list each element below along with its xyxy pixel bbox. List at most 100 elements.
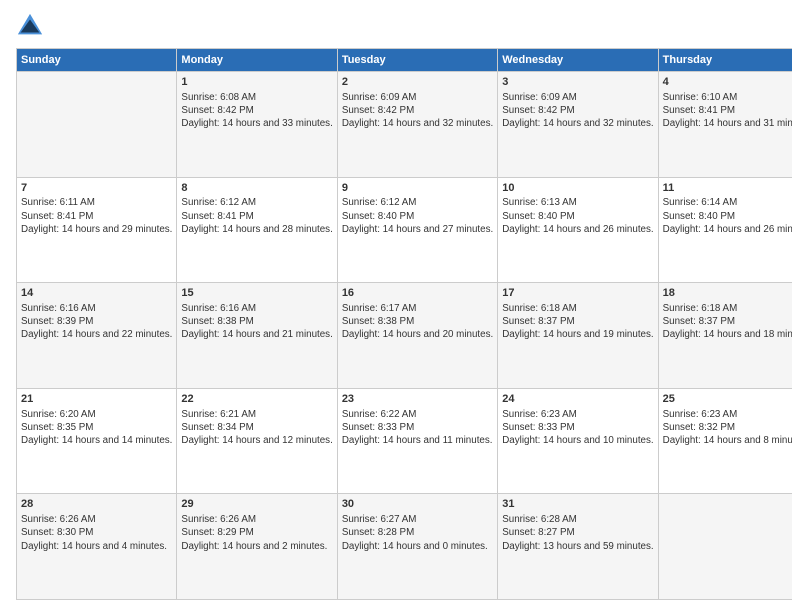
sunrise: Sunrise: 6:14 AM [663, 197, 738, 208]
week-row-3: 14 Sunrise: 6:16 AM Sunset: 8:39 PM Dayligh… [17, 283, 792, 389]
daylight: Daylight: 14 hours and 31 minutes. [663, 118, 792, 129]
daylight: Daylight: 14 hours and 27 minutes. [342, 224, 493, 235]
sunrise: Sunrise: 6:23 AM [663, 409, 738, 420]
cell-w2-d0: 14 Sunrise: 6:16 AM Sunset: 8:39 PM Dayligh… [17, 283, 177, 389]
cell-w1-d4: 11Sunrise: 6:14 AM Sunset: 8:40 PM Dayligh… [658, 177, 792, 283]
day-number: 15 [181, 286, 332, 301]
sunset: Sunset: 8:37 PM [502, 316, 574, 327]
daylight: Daylight: 14 hours and 32 minutes. [502, 118, 653, 129]
sunset: Sunset: 8:40 PM [502, 211, 574, 222]
cell-w1-d0: 7Sunrise: 6:11 AMSunset: 8:41 PMDaylight… [17, 177, 177, 283]
sunrise: Sunrise: 6:11 AM [21, 197, 95, 208]
daylight: Daylight: 14 hours and 8 minutes. [663, 435, 792, 446]
cell-w0-d3: 3Sunrise: 6:09 AMSunset: 8:42 PMDaylight… [498, 72, 658, 178]
sunrise: Sunrise: 6:26 AM [181, 514, 256, 525]
cell-w3-d3: 24Sunrise: 6:23 AMSunset: 8:33 PMDayligh… [498, 388, 658, 494]
day-number: 7 [21, 181, 172, 196]
sunrise: Sunrise: 6:28 AM [502, 514, 577, 525]
cell-w1-d1: 8Sunrise: 6:12 AMSunset: 8:41 PMDaylight… [177, 177, 337, 283]
daylight: Daylight: 14 hours and 33 minutes. [181, 118, 332, 129]
sunset: Sunset: 8:41 PM [663, 105, 735, 116]
day-number: 30 [342, 497, 493, 512]
sunrise: Sunrise: 6:18 AM [663, 303, 738, 314]
daylight: Daylight: 14 hours and 26 minutes. [663, 224, 792, 235]
sunrise: Sunrise: 6:13 AM [502, 197, 577, 208]
week-row-5: 28 Sunrise: 6:26 AM Sunset: 8:30 PM Dayligh… [17, 494, 792, 600]
cell-w2-d3: 17Sunrise: 6:18 AMSunset: 8:37 PMDayligh… [498, 283, 658, 389]
col-header-wednesday: Wednesday [498, 49, 658, 72]
cell-w2-d1: 15 Sunrise: 6:16 AM Sunset: 8:38 PM Dayligh… [177, 283, 337, 389]
day-number: 11 [663, 181, 792, 196]
week-row-4: 21 Sunrise: 6:20 AM Sunset: 8:35 PM Dayligh… [17, 388, 792, 494]
daylight: Daylight: 14 hours and 2 minutes. [181, 541, 327, 552]
sunset: Sunset: 8:29 PM [181, 527, 253, 538]
day-number: 1 [181, 75, 332, 90]
daylight: Daylight: 14 hours and 28 minutes. [181, 224, 332, 235]
cell-w1-d2: 9Sunrise: 6:12 AM Sunset: 8:40 PM Daylight… [337, 177, 497, 283]
header [16, 12, 776, 40]
day-number: 2 [342, 75, 493, 90]
day-number: 22 [181, 392, 332, 407]
col-header-thursday: Thursday [658, 49, 792, 72]
daylight: Daylight: 14 hours and 18 minutes. [663, 329, 792, 340]
day-number: 10 [502, 181, 653, 196]
day-number: 28 [21, 497, 172, 512]
col-header-monday: Monday [177, 49, 337, 72]
day-number: 21 [21, 392, 172, 407]
cell-w2-d2: 16 Sunrise: 6:17 AM Sunset: 8:38 PM Dayligh… [337, 283, 497, 389]
sunrise: Sunrise: 6:18 AM [502, 303, 577, 314]
header-row: SundayMondayTuesdayWednesdayThursdayFrid… [17, 49, 792, 72]
sunset: Sunset: 8:42 PM [502, 105, 574, 116]
day-number: 23 [342, 392, 493, 407]
daylight: Daylight: 14 hours and 21 minutes. [181, 329, 332, 340]
daylight: Daylight: 14 hours and 10 minutes. [502, 435, 653, 446]
sunrise: Sunrise: 6:23 AM [502, 409, 577, 420]
sunrise: Sunrise: 6:22 AM [342, 409, 417, 420]
sunset: Sunset: 8:30 PM [21, 527, 93, 538]
sunrise: Sunrise: 6:16 AM [181, 303, 256, 314]
cell-w4-d0: 28Sunrise: 6:26 AMSunset: 8:30 PMDayligh… [17, 494, 177, 600]
sunset: Sunset: 8:34 PM [181, 422, 253, 433]
cell-w4-d4 [658, 494, 792, 600]
day-number: 14 [21, 286, 172, 301]
daylight: Daylight: 13 hours and 59 minutes. [502, 541, 653, 552]
sunrise: Sunrise: 6:27 AM [342, 514, 417, 525]
sunrise: Sunrise: 6:26 AM [21, 514, 96, 525]
daylight: Daylight: 14 hours and 29 minutes. [21, 224, 172, 235]
cell-w3-d4: 25Sunrise: 6:23 AMSunset: 8:32 PMDayligh… [658, 388, 792, 494]
sunset: Sunset: 8:40 PM [342, 211, 414, 222]
sunrise: Sunrise: 6:10 AM [663, 92, 738, 103]
day-number: 3 [502, 75, 653, 90]
cell-w0-d4: 4Sunrise: 6:10 AMSunset: 8:41 PMDaylight… [658, 72, 792, 178]
sunset: Sunset: 8:38 PM [342, 316, 414, 327]
day-number: 9 [342, 181, 493, 196]
sunset: Sunset: 8:40 PM [663, 211, 735, 222]
calendar-table: SundayMondayTuesdayWednesdayThursdayFrid… [16, 48, 792, 600]
sunrise: Sunrise: 6:21 AM [181, 409, 256, 420]
sunrise: Sunrise: 6:17 AM [342, 303, 417, 314]
logo-icon [16, 12, 44, 40]
sunrise: Sunrise: 6:09 AM [342, 92, 417, 103]
sunrise: Sunrise: 6:12 AM [181, 197, 256, 208]
sunrise: Sunrise: 6:08 AM [181, 92, 256, 103]
cell-w3-d2: 23Sunrise: 6:22 AMSunset: 8:33 PMDayligh… [337, 388, 497, 494]
sunset: Sunset: 8:35 PM [21, 422, 93, 433]
cell-w4-d3: 31Sunrise: 6:28 AMSunset: 8:27 PMDayligh… [498, 494, 658, 600]
col-header-sunday: Sunday [17, 49, 177, 72]
week-row-2: 7Sunrise: 6:11 AMSunset: 8:41 PMDaylight… [17, 177, 792, 283]
day-number: 16 [342, 286, 493, 301]
daylight: Daylight: 14 hours and 14 minutes. [21, 435, 172, 446]
cell-w1-d3: 10Sunrise: 6:13 AMSunset: 8:40 PMDayligh… [498, 177, 658, 283]
cell-w2-d4: 18Sunrise: 6:18 AMSunset: 8:37 PMDayligh… [658, 283, 792, 389]
sunrise: Sunrise: 6:20 AM [21, 409, 96, 420]
day-number: 8 [181, 181, 332, 196]
week-row-1: 1 Sunrise: 6:08 AM Sunset: 8:42 PM Daylight… [17, 72, 792, 178]
sunset: Sunset: 8:39 PM [21, 316, 93, 327]
daylight: Daylight: 14 hours and 20 minutes. [342, 329, 493, 340]
daylight: Daylight: 14 hours and 0 minutes. [342, 541, 488, 552]
sunrise: Sunrise: 6:12 AM [342, 197, 417, 208]
cell-w3-d0: 21 Sunrise: 6:20 AM Sunset: 8:35 PM Dayligh… [17, 388, 177, 494]
sunrise: Sunrise: 6:16 AM [21, 303, 96, 314]
daylight: Daylight: 14 hours and 22 minutes. [21, 329, 172, 340]
sunset: Sunset: 8:38 PM [181, 316, 253, 327]
